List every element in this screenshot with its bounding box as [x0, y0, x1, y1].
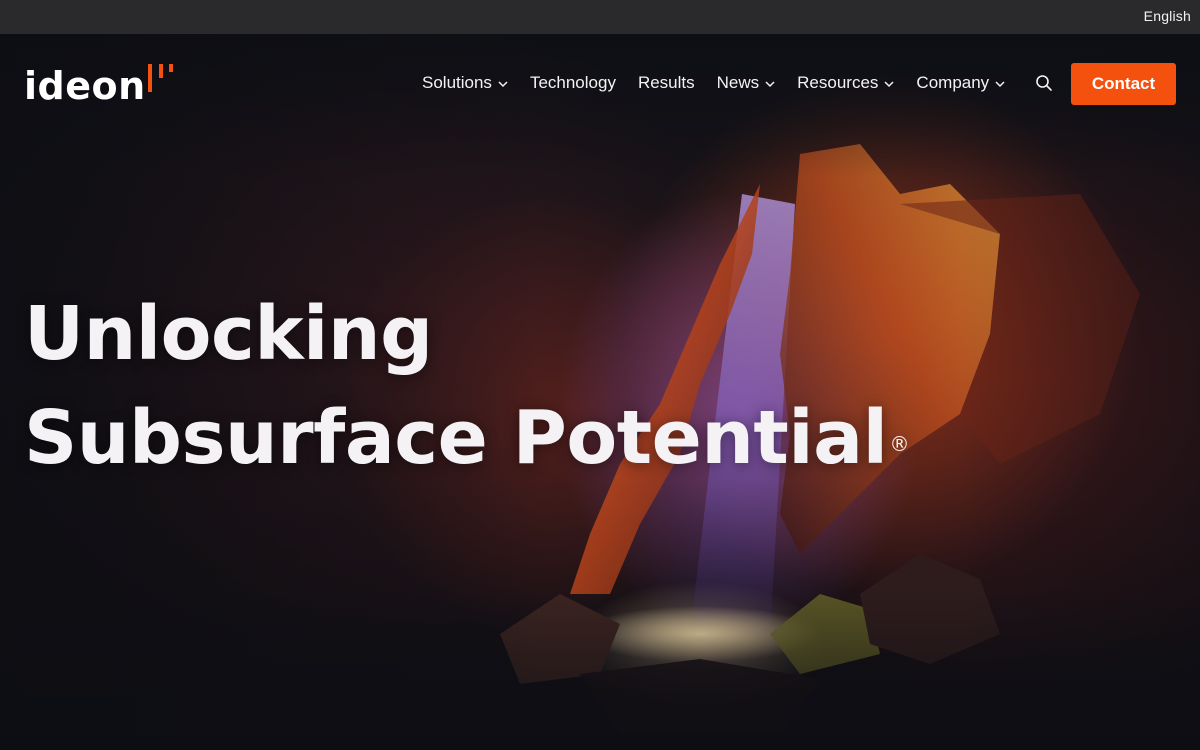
nav-news[interactable]: News: [717, 73, 776, 93]
headline-line-2: Subsurface Potential ®: [24, 386, 909, 490]
language-switcher[interactable]: English: [1144, 8, 1191, 24]
headline-line-2-text: Subsurface Potential: [24, 395, 888, 481]
chevron-down-icon: [884, 80, 894, 87]
logo-wordmark: ideon: [24, 64, 146, 108]
logo-mark-icon: [148, 64, 173, 92]
nav-label: Resources: [797, 73, 879, 92]
site-header: ideon Solutions Technology Results News …: [0, 34, 1200, 134]
contact-button[interactable]: Contact: [1071, 63, 1176, 105]
nav-resources[interactable]: Resources: [797, 73, 894, 93]
registered-mark: ®: [889, 432, 909, 456]
nav-technology[interactable]: Technology: [530, 73, 616, 93]
main-nav: Solutions Technology Results News Resour…: [422, 71, 1027, 95]
headline-line-1: Unlocking: [24, 291, 433, 377]
nav-label: News: [716, 73, 760, 92]
nav-label: Results: [637, 73, 695, 92]
nav-results[interactable]: Results: [638, 73, 695, 93]
search-icon: [1036, 75, 1052, 91]
nav-label: Technology: [529, 73, 616, 92]
nav-label: Solutions: [422, 73, 492, 92]
hero-headline: Unlocking Subsurface Potential ®: [24, 282, 909, 490]
nav-solutions[interactable]: Solutions: [422, 73, 508, 93]
nav-label: Company: [916, 73, 990, 92]
search-button[interactable]: [1035, 74, 1055, 94]
chevron-down-icon: [765, 80, 775, 87]
chevron-down-icon: [995, 80, 1005, 87]
ideon-logo[interactable]: ideon: [24, 62, 184, 110]
chevron-down-icon: [498, 80, 508, 87]
utility-bar: English: [0, 0, 1200, 34]
nav-company[interactable]: Company: [916, 73, 1005, 93]
